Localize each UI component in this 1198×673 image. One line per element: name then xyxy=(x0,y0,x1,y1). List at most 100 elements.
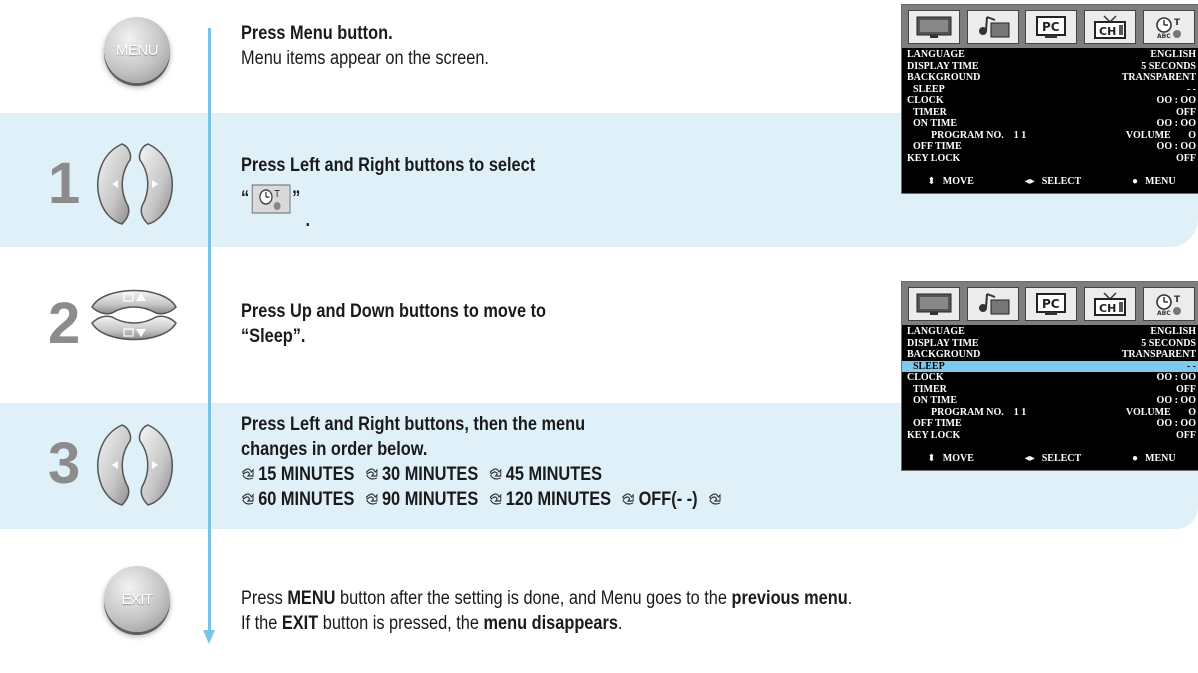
svg-text:T: T xyxy=(1174,295,1181,305)
flow-arrow-icon xyxy=(203,630,215,644)
sleep-option: 30 MINUTES xyxy=(365,464,478,485)
left-right-icon: ◂▸ xyxy=(1024,175,1035,187)
svg-text:CH: CH xyxy=(1099,302,1116,315)
step2-text: Press Up and Down buttons to move to “Sl… xyxy=(241,299,546,349)
menu-hint: ● MENU xyxy=(1131,452,1176,464)
osd-row-key-lock: KEY LOCK OFF xyxy=(907,152,1196,164)
exit-text-part: . xyxy=(847,588,853,609)
svg-text:T: T xyxy=(1174,18,1181,28)
osd-footer: ⬍ MOVE ◂▸ SELECT ● MENU xyxy=(902,169,1198,193)
step3-text: Press Left and Right buttons, then the m… xyxy=(241,412,735,512)
osd-row-off-time: OFF TIME OO : OO xyxy=(913,141,1196,152)
svg-text:T: T xyxy=(273,188,279,200)
osd-row-on-time: ON TIME OO : OO xyxy=(913,395,1196,406)
left-right-buttons-icon[interactable] xyxy=(92,140,178,228)
channel-icon: CH xyxy=(1084,9,1137,44)
osd-menu-screen-sleep: PC CH T ABC LANGUAGE ENGLISH DISPLAY TIME 5 SEC… xyxy=(901,281,1198,471)
exit-text-bold: previous menu xyxy=(731,588,848,609)
sleep-sequence-row1: 15 MINUTES 30 MINUTES 45 MINUTES xyxy=(241,462,735,487)
step1-quote-open: “ xyxy=(241,188,250,209)
cycle-arrow-icon xyxy=(708,489,725,510)
osd-tab-bar: PC CH T ABC xyxy=(902,5,1198,48)
step1-period: . xyxy=(305,210,311,231)
svg-text:ABC: ABC xyxy=(1157,310,1171,317)
osd-row-timer: TIMER OFF xyxy=(913,106,1196,118)
up-down-buttons-icon[interactable] xyxy=(86,277,182,353)
svg-text:ABC: ABC xyxy=(1157,33,1171,40)
osd-row-program-no: PROGRAM NO. 1 1 VOLUME O xyxy=(931,406,1196,418)
exit-button-label: EXIT xyxy=(121,590,153,608)
sleep-option: 120 MINUTES xyxy=(489,489,611,510)
exit-text-bold: EXIT xyxy=(281,613,319,634)
clock-timer-icon: T xyxy=(251,184,291,214)
svg-text:PC: PC xyxy=(1042,20,1060,34)
step1-text: Press Left and Right buttons to select “… xyxy=(241,153,535,233)
osd-row-clock: CLOCK OO : OO xyxy=(907,95,1196,106)
sleep-option: 60 MINUTES xyxy=(241,489,354,510)
svg-text:PC: PC xyxy=(1042,297,1060,311)
exit-text-part: button after the setting is done, and Me… xyxy=(335,588,732,609)
osd-row-display-time: DISPLAY TIME 5 SECONDS xyxy=(907,337,1196,349)
osd-row-background: BACKGROUND TRANSPARENT xyxy=(907,349,1196,360)
exit-text-bold: menu disappears xyxy=(483,613,618,634)
step2-line2: “Sleep”. xyxy=(241,326,306,347)
cycle-arrow-icon xyxy=(365,493,378,505)
left-right-buttons-icon[interactable] xyxy=(92,421,178,509)
sleep-option: OFF(- -) xyxy=(621,489,698,510)
sleep-option: 45 MINUTES xyxy=(489,464,602,485)
osd-row-key-lock: KEY LOCK OFF xyxy=(907,429,1196,441)
up-down-icon: ⬍ xyxy=(927,175,936,187)
osd-row-timer: TIMER OFF xyxy=(913,383,1196,395)
step-number-3: 3 xyxy=(48,431,81,496)
osd-row-sleep: SLEEP - - xyxy=(913,83,1196,95)
sleep-option: 90 MINUTES xyxy=(365,489,478,510)
osd-row-language: LANGUAGE ENGLISH xyxy=(907,326,1196,337)
pc-icon: PC xyxy=(1025,9,1078,44)
step3-line1: Press Left and Right buttons, then the m… xyxy=(241,414,586,435)
tv-screen-icon xyxy=(908,286,961,321)
menu-step-line1: Press Menu button. xyxy=(241,23,393,44)
osd-row-clock: CLOCK OO : OO xyxy=(907,372,1196,383)
menu-hint: ● MENU xyxy=(1131,175,1176,187)
select-hint: ◂▸ SELECT xyxy=(1024,452,1082,464)
exit-step-text: Press MENU button after the setting is d… xyxy=(241,586,852,636)
osd-tab-bar: PC CH T ABC xyxy=(902,282,1198,325)
dot-icon: ● xyxy=(1131,175,1139,187)
menu-step-line2: Menu items appear on the screen. xyxy=(241,48,489,69)
dot-icon: ● xyxy=(1131,452,1139,464)
exit-text-part: If the xyxy=(241,613,282,634)
cycle-arrow-icon xyxy=(622,493,634,505)
pc-icon: PC xyxy=(1025,286,1078,321)
cycle-arrow-icon xyxy=(242,493,254,505)
select-hint: ◂▸ SELECT xyxy=(1024,175,1082,187)
sleep-sequence-row2: 60 MINUTES 90 MINUTES 120 MINUTES OFF(- -) xyxy=(241,487,735,512)
osd-row-display-time: DISPLAY TIME 5 SECONDS xyxy=(907,60,1196,72)
exit-text-part: . xyxy=(617,613,623,634)
svg-text:CH: CH xyxy=(1099,25,1116,38)
music-picture-icon xyxy=(966,286,1019,321)
menu-button[interactable]: MENU xyxy=(104,17,170,83)
cycle-arrow-icon xyxy=(242,468,254,480)
move-hint: ⬍ MOVE xyxy=(927,452,974,464)
step-number-2: 2 xyxy=(48,291,81,356)
cycle-arrow-icon xyxy=(365,468,378,480)
music-picture-icon xyxy=(966,9,1019,44)
up-down-icon: ⬍ xyxy=(927,452,936,464)
step3-line2: changes in order below. xyxy=(241,439,428,460)
flow-line xyxy=(208,28,211,634)
exit-button[interactable]: EXIT xyxy=(104,566,170,632)
osd-row-off-time: OFF TIME OO : OO xyxy=(913,418,1196,429)
exit-text-part: Press xyxy=(241,588,288,609)
step1-quote-close: ” xyxy=(292,188,301,209)
exit-text-part: button is pressed, the xyxy=(318,613,484,634)
tv-screen-icon xyxy=(908,9,961,44)
clock-timer-icon: T ABC xyxy=(1142,286,1195,321)
step1-line1: Press Left and Right buttons to select xyxy=(241,155,536,176)
step-number-1: 1 xyxy=(48,151,81,216)
move-hint: ⬍ MOVE xyxy=(927,175,974,187)
osd-row-program-no: PROGRAM NO. 1 1 VOLUME O xyxy=(931,129,1196,141)
left-right-icon: ◂▸ xyxy=(1024,452,1035,464)
osd-row-background: BACKGROUND TRANSPARENT xyxy=(907,72,1196,83)
sleep-option: 15 MINUTES xyxy=(241,464,354,485)
menu-step-text: Press Menu button. Menu items appear on … xyxy=(241,21,489,71)
